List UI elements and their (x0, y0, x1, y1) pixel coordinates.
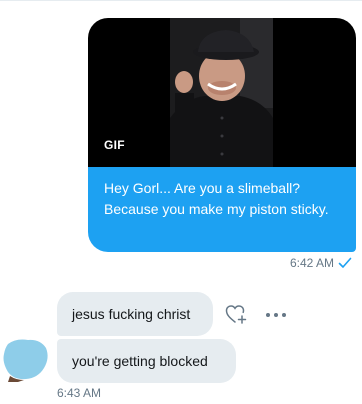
sent-message-card[interactable]: GIF Hey Gorl... Are you a slimeball? Bec… (88, 18, 356, 252)
received-message-bubble[interactable]: jesus fucking christ (57, 292, 213, 336)
received-message-text: jesus fucking christ (72, 306, 191, 322)
avatar[interactable] (2, 336, 50, 382)
more-dots-icon[interactable] (265, 311, 287, 319)
sent-timestamp: 6:42 AM (290, 256, 352, 270)
received-timestamp: 6:43 AM (57, 386, 102, 400)
sent-time-label: 6:42 AM (289, 256, 334, 270)
sent-message-text: Hey Gorl... Are you a slimeball? Because… (88, 167, 356, 252)
received-message-text: you're getting blocked (72, 353, 208, 369)
gif-photo (170, 18, 273, 167)
check-icon (338, 257, 352, 268)
conversation-top-divider (0, 0, 362, 1)
gif-media[interactable]: GIF (88, 18, 356, 167)
received-message-bubble[interactable]: you're getting blocked (57, 339, 236, 383)
gif-badge: GIF (104, 138, 125, 152)
heart-plus-icon[interactable] (225, 303, 247, 325)
